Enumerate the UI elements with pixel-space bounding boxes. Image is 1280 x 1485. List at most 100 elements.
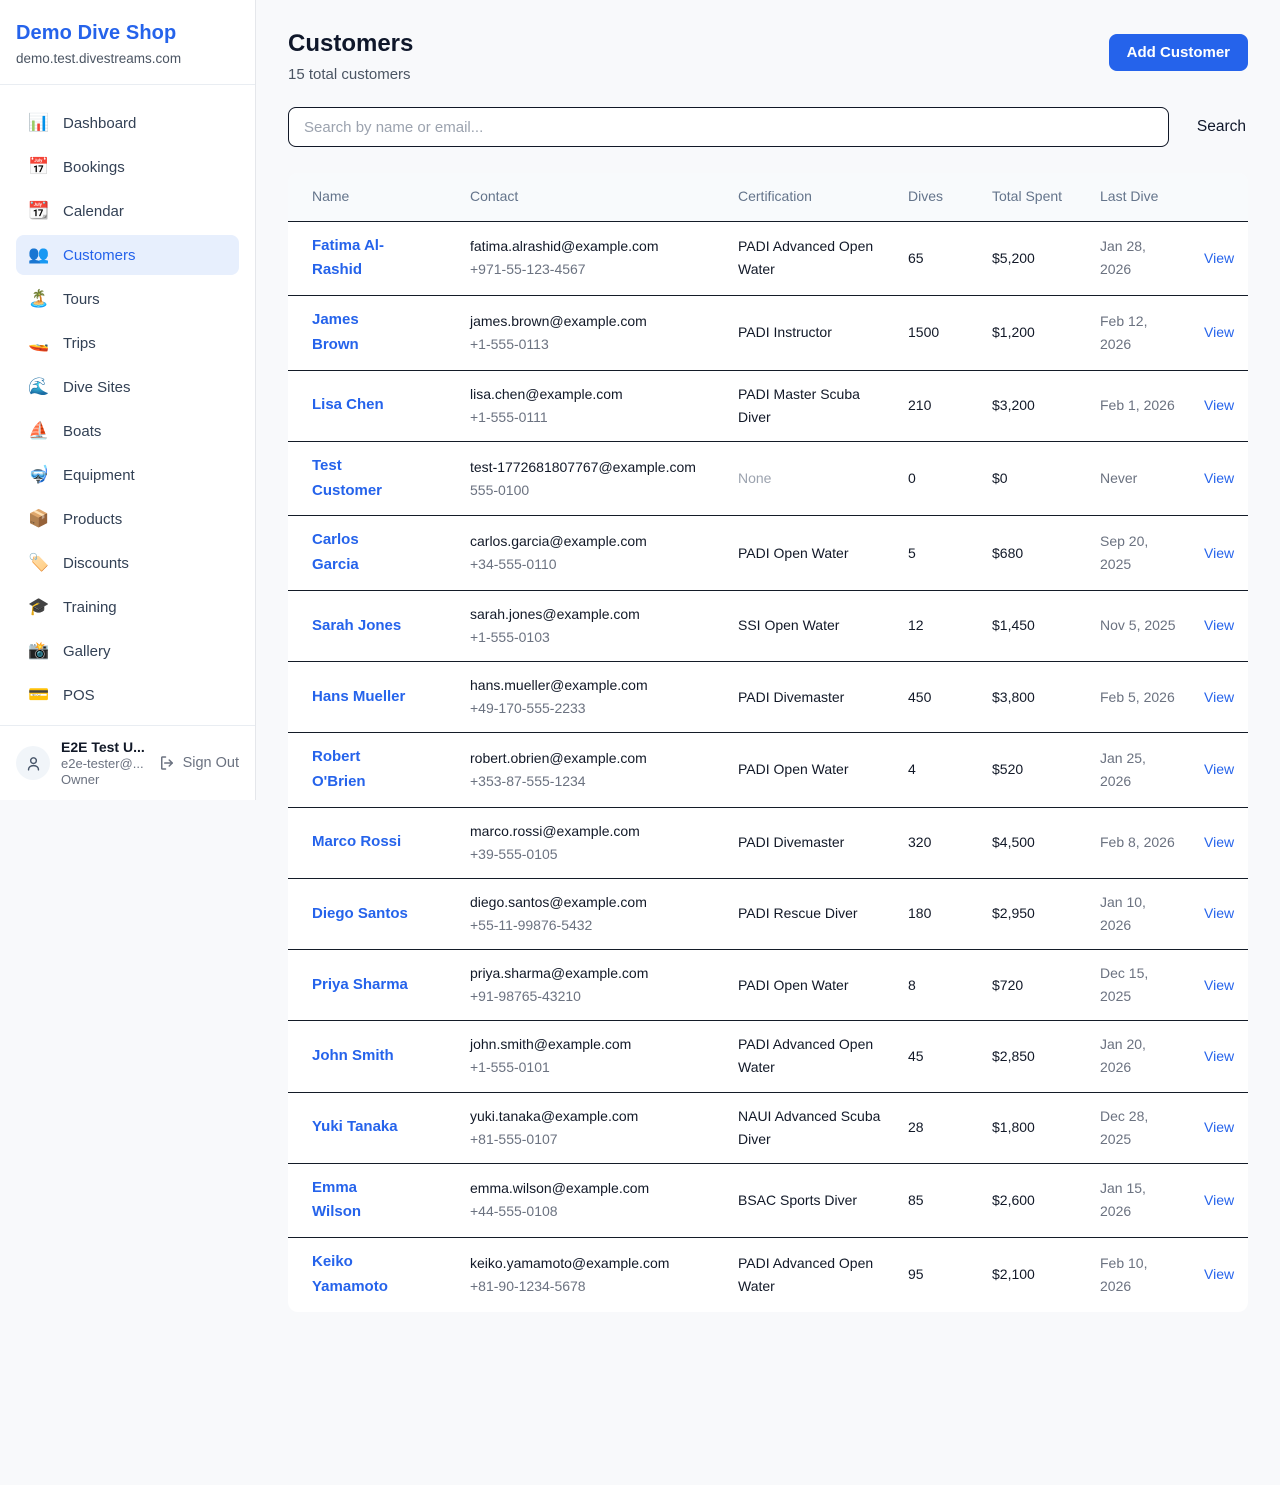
customer-phone: +49-170-555-2233 (470, 697, 714, 720)
customers-icon: 👥 (28, 245, 50, 265)
sidebar-item-customers[interactable]: 👥Customers (16, 235, 239, 275)
customer-name-link[interactable]: Hans Mueller (312, 685, 405, 710)
sidebar-item-bookings[interactable]: 📅Bookings (16, 147, 239, 187)
user-info: E2E Test U... e2e-tester@... Owner (61, 739, 147, 787)
customer-name-link[interactable]: John Smith (312, 1044, 394, 1069)
customer-phone: +1-555-0113 (470, 333, 714, 356)
last-dive: Feb 10, 2026 (1088, 1238, 1192, 1312)
search-input[interactable] (288, 107, 1169, 147)
search-button[interactable]: Search (1195, 114, 1248, 140)
dives-count: 1500 (896, 296, 980, 371)
view-link[interactable]: View (1204, 1119, 1234, 1135)
dives-count: 450 (896, 662, 980, 733)
total-spent: $1,450 (980, 590, 1088, 661)
customer-phone: +1-555-0103 (470, 626, 714, 649)
customer-name-link[interactable]: Yuki Tanaka (312, 1115, 398, 1140)
dives-count: 210 (896, 370, 980, 441)
last-dive: Feb 8, 2026 (1088, 807, 1192, 878)
last-dive: Jan 28, 2026 (1088, 221, 1192, 296)
dives-count: 85 (896, 1163, 980, 1238)
certification: PADI Advanced Open Water (726, 1238, 896, 1312)
customer-name-link[interactable]: Diego Santos (312, 902, 408, 927)
products-icon: 📦 (28, 509, 50, 529)
total-spent: $1,200 (980, 296, 1088, 371)
last-dive: Jan 15, 2026 (1088, 1163, 1192, 1238)
user-email: e2e-tester@... (61, 756, 147, 771)
calendar-icon: 📆 (28, 201, 50, 221)
sidebar-item-pos[interactable]: 💳POS (16, 675, 239, 715)
dives-count: 4 (896, 733, 980, 808)
view-link[interactable]: View (1204, 834, 1234, 850)
certification: PADI Advanced Open Water (726, 221, 896, 296)
brand: Demo Dive Shop demo.test.divestreams.com (0, 0, 255, 85)
table-header-row: NameContactCertificationDivesTotal Spent… (288, 173, 1248, 221)
customer-phone: +1-555-0101 (470, 1056, 714, 1079)
dives-count: 0 (896, 441, 980, 516)
view-link[interactable]: View (1204, 470, 1234, 486)
dives-count: 5 (896, 516, 980, 591)
sidebar-item-equipment[interactable]: 🤿Equipment (16, 455, 239, 495)
sidebar-item-dashboard[interactable]: 📊Dashboard (16, 103, 239, 143)
customer-email: fatima.alrashid@example.com (470, 235, 714, 258)
customer-email: emma.wilson@example.com (470, 1177, 714, 1200)
discounts-icon: 🏷️ (28, 553, 50, 573)
add-customer-button[interactable]: Add Customer (1109, 34, 1248, 71)
customers-table: NameContactCertificationDivesTotal Spent… (288, 173, 1248, 1312)
customer-name-link[interactable]: James Brown (312, 308, 408, 358)
sidebar-item-products[interactable]: 📦 Products (16, 499, 239, 539)
sidebar-item-dive-sites[interactable]: 🌊Dive Sites (16, 367, 239, 407)
sidebar-item-trips[interactable]: 🚤Trips (16, 323, 239, 363)
customer-phone: +81-555-0107 (470, 1128, 714, 1151)
certification: PADI Open Water (726, 733, 896, 808)
sidebar-item-label: Products (63, 511, 122, 528)
customer-email: priya.sharma@example.com (470, 962, 714, 985)
customer-name-link[interactable]: Emma Wilson (312, 1176, 408, 1226)
view-link[interactable]: View (1204, 1048, 1234, 1064)
customer-name-link[interactable]: Lisa Chen (312, 393, 384, 418)
view-link[interactable]: View (1204, 545, 1234, 561)
customer-name-link[interactable]: Marco Rossi (312, 830, 401, 855)
last-dive: Jan 25, 2026 (1088, 733, 1192, 808)
view-link[interactable]: View (1204, 1266, 1234, 1282)
sign-out-icon (158, 754, 176, 772)
main-content: Customers 15 total customers Add Custome… (256, 0, 1280, 1485)
customer-email: john.smith@example.com (470, 1033, 714, 1056)
customer-name-link[interactable]: Sarah Jones (312, 614, 401, 639)
view-link[interactable]: View (1204, 905, 1234, 921)
sidebar-item-boats[interactable]: ⛵Boats (16, 411, 239, 451)
view-link[interactable]: View (1204, 397, 1234, 413)
view-link[interactable]: View (1204, 689, 1234, 705)
certification: None (726, 441, 896, 516)
customer-email: diego.santos@example.com (470, 891, 714, 914)
customer-name-link[interactable]: Keiko Yamamoto (312, 1250, 408, 1300)
total-spent: $3,800 (980, 662, 1088, 733)
customer-name-link[interactable]: Fatima Al-Rashid (312, 234, 408, 284)
customer-name-link[interactable]: Robert O'Brien (312, 745, 408, 795)
customer-email: sarah.jones@example.com (470, 603, 714, 626)
search-bar: Search (288, 107, 1248, 147)
sidebar-item-training[interactable]: 🎓Training (16, 587, 239, 627)
customer-email: lisa.chen@example.com (470, 383, 714, 406)
trips-icon: 🚤 (28, 333, 50, 353)
page-header: Customers 15 total customers Add Custome… (288, 30, 1248, 83)
view-link[interactable]: View (1204, 1192, 1234, 1208)
customer-name-link[interactable]: Test Customer (312, 454, 408, 504)
sidebar-item-discounts[interactable]: 🏷️Discounts (16, 543, 239, 583)
customer-name-link[interactable]: Priya Sharma (312, 973, 408, 998)
view-link[interactable]: View (1204, 617, 1234, 633)
sidebar-item-calendar[interactable]: 📆Calendar (16, 191, 239, 231)
table-row: Diego Santosdiego.santos@example.com+55-… (288, 878, 1248, 949)
table-row: Lisa Chenlisa.chen@example.com+1-555-011… (288, 370, 1248, 441)
user-name: E2E Test U... (61, 739, 147, 755)
last-dive: Dec 15, 2025 (1088, 950, 1192, 1021)
table-row: Robert O'Brienrobert.obrien@example.com+… (288, 733, 1248, 808)
view-link[interactable]: View (1204, 324, 1234, 340)
sidebar-item-gallery[interactable]: 📸Gallery (16, 631, 239, 671)
view-link[interactable]: View (1204, 761, 1234, 777)
sidebar-item-tours[interactable]: 🏝️Tours (16, 279, 239, 319)
customer-name-link[interactable]: Carlos Garcia (312, 528, 408, 578)
view-link[interactable]: View (1204, 250, 1234, 266)
sign-out-button[interactable]: Sign Out (158, 754, 239, 772)
sidebar-item-label: Equipment (63, 467, 135, 484)
view-link[interactable]: View (1204, 977, 1234, 993)
